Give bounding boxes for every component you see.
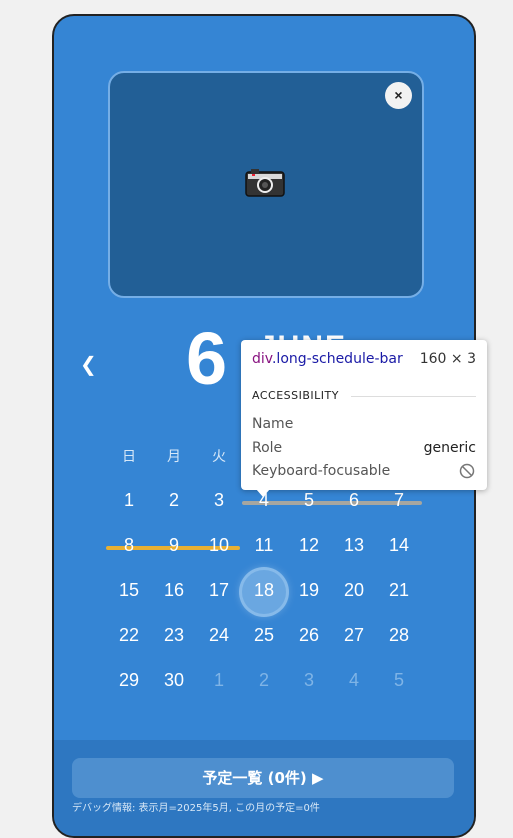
name-label: Name xyxy=(252,416,294,432)
day-cell[interactable]: 24 xyxy=(197,625,241,646)
element-tag: div.long-schedule-bar xyxy=(252,351,403,367)
day-cell[interactable]: 22 xyxy=(107,625,151,646)
accessibility-heading: ACCESSIBILITY xyxy=(252,389,339,402)
day-cell[interactable]: 2 xyxy=(152,490,196,511)
divider xyxy=(351,396,476,397)
day-cell[interactable]: 9 xyxy=(152,535,196,556)
day-cell[interactable]: 7 xyxy=(377,490,421,511)
schedule-list-button[interactable]: 予定一覧 (0件) ▶ xyxy=(72,758,454,798)
blocked-icon xyxy=(459,463,475,479)
camera-icon xyxy=(245,169,285,197)
big-day-number: 6 xyxy=(186,317,228,400)
day-cell[interactable]: 29 xyxy=(107,670,151,691)
weekday-label: 火 xyxy=(212,449,226,465)
day-cell[interactable]: 28 xyxy=(377,625,421,646)
class-name: .long-schedule-bar xyxy=(271,351,403,367)
day-cell[interactable]: 14 xyxy=(377,535,421,556)
day-cell[interactable]: 10 xyxy=(197,535,241,556)
element-size: 160 × 3 xyxy=(419,351,476,367)
day-cell[interactable]: 2 xyxy=(242,670,286,691)
day-cell[interactable]: 4 xyxy=(332,670,376,691)
day-cell[interactable]: 3 xyxy=(197,490,241,511)
debug-info: デバッグ情報: 表示月=2025年5月, この月の予定=0件 xyxy=(72,803,320,814)
day-cell[interactable]: 20 xyxy=(332,580,376,601)
role-value: generic xyxy=(423,440,476,456)
weekday-label: 日 xyxy=(122,449,136,465)
day-cell[interactable]: 30 xyxy=(152,670,196,691)
day-cell[interactable]: 1 xyxy=(107,490,151,511)
day-cell[interactable]: 13 xyxy=(332,535,376,556)
close-button[interactable]: × xyxy=(385,82,412,109)
bottom-panel: 予定一覧 (0件) ▶ デバッグ情報: 表示月=2025年5月, この月の予定=… xyxy=(54,740,474,836)
day-cell[interactable]: 5 xyxy=(377,670,421,691)
day-cell[interactable]: 17 xyxy=(197,580,241,601)
tag-name: div xyxy=(252,351,272,367)
day-cell[interactable]: 12 xyxy=(287,535,331,556)
prev-month-button[interactable]: ❮ xyxy=(80,352,97,376)
day-cell[interactable]: 25 xyxy=(242,625,286,646)
role-label: Role xyxy=(252,440,283,456)
day-cell[interactable]: 6 xyxy=(332,490,376,511)
photo-card[interactable]: × xyxy=(108,71,424,298)
day-cell[interactable]: 21 xyxy=(377,580,421,601)
day-cell[interactable]: 1 xyxy=(197,670,241,691)
day-cell[interactable]: 19 xyxy=(287,580,331,601)
day-cell[interactable]: 3 xyxy=(287,670,331,691)
day-cell[interactable]: 11 xyxy=(242,535,286,556)
weekday-label: 月 xyxy=(167,449,181,465)
tooltip-arrow xyxy=(256,489,270,497)
day-cell[interactable]: 8 xyxy=(107,535,151,556)
keyboard-focusable-label: Keyboard-focusable xyxy=(252,463,391,479)
day-cell[interactable]: 15 xyxy=(107,580,151,601)
day-cell[interactable]: 27 xyxy=(332,625,376,646)
devtools-inspect-tooltip: div.long-schedule-bar 160 × 3 ACCESSIBIL… xyxy=(241,340,487,497)
day-cell[interactable]: 16 xyxy=(152,580,196,601)
day-cell[interactable]: 23 xyxy=(152,625,196,646)
day-cell-today[interactable]: 18 xyxy=(242,580,286,601)
day-cell[interactable]: 5 xyxy=(287,490,331,511)
day-cell[interactable]: 26 xyxy=(287,625,331,646)
